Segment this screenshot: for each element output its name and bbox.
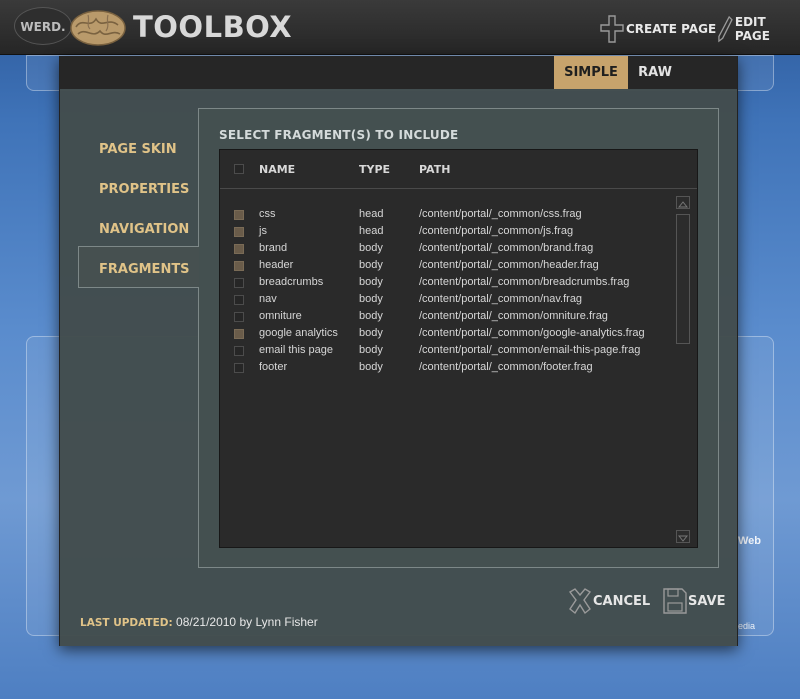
row-checkbox[interactable]: [234, 312, 244, 322]
scroll-up-button[interactable]: [676, 196, 690, 209]
fragment-type: body: [359, 310, 383, 322]
table-row[interactable]: header body/content/portal/_common/header…: [220, 258, 670, 275]
row-checkbox[interactable]: [234, 210, 244, 220]
row-checkbox[interactable]: [234, 244, 244, 254]
row-checkbox[interactable]: [234, 346, 244, 356]
last-updated-value: 08/21/2010 by Lynn Fisher: [176, 615, 318, 629]
fragment-type: head: [359, 225, 384, 237]
table-row[interactable]: breadcrumbs body/content/portal/_common/b…: [220, 275, 670, 292]
fragment-name: brand: [259, 242, 288, 254]
fragment-name: footer: [259, 361, 288, 373]
fragment-path: /content/portal/_common/email-this-page.…: [419, 344, 641, 356]
create-page-button[interactable]: CREATE PAGE: [600, 14, 716, 44]
cancel-button[interactable]: CANCEL: [567, 584, 650, 618]
fragment-name: email this page: [259, 344, 333, 356]
scroll-thumb[interactable]: [676, 214, 690, 344]
row-checkbox[interactable]: [234, 295, 244, 305]
tab-simple[interactable]: SIMPLE: [554, 56, 628, 89]
top-bar: WERD. TOOLBOX CREATE PAGE EDIT PAGE: [0, 0, 800, 55]
fragment-name: css: [259, 208, 276, 220]
fragment-path: /content/portal/_common/css.frag: [419, 208, 582, 220]
floppy-disk-icon: [663, 588, 687, 614]
row-checkbox[interactable]: [234, 278, 244, 288]
row-checkbox[interactable]: [234, 227, 244, 237]
table-header: NAME TYPE PATH: [220, 150, 697, 189]
edit-page-label: EDIT PAGE: [734, 15, 770, 43]
nav-item-fragments[interactable]: FRAGMENTS: [99, 262, 190, 277]
table-row[interactable]: email this page body/content/portal/_comm…: [220, 343, 670, 360]
nav-item-navigation[interactable]: NAVIGATION: [99, 222, 189, 237]
table-row[interactable]: js head/content/portal/_common/js.frag: [220, 224, 670, 241]
app-title: TOOLBOX: [133, 10, 293, 44]
pencil-icon: [718, 15, 733, 43]
cancel-label: CANCEL: [593, 593, 651, 609]
nav-item-page-skin[interactable]: PAGE SKIN: [99, 142, 177, 157]
fragment-type: body: [359, 259, 383, 271]
fragment-path: /content/portal/_common/js.frag: [419, 225, 574, 237]
row-checkbox[interactable]: [234, 329, 244, 339]
table-row[interactable]: brand body/content/portal/_common/brand.f…: [220, 241, 670, 258]
fragment-name: breadcrumbs: [259, 276, 324, 288]
fragment-type: body: [359, 293, 383, 305]
row-checkbox[interactable]: [234, 261, 244, 271]
fragment-path: /content/portal/_common/nav.frag: [419, 293, 583, 305]
create-page-label: CREATE PAGE: [626, 22, 717, 36]
fragment-name: header: [259, 259, 294, 271]
fragment-name: nav: [259, 293, 277, 305]
panel-title: SELECT FRAGMENT(S) TO INCLUDE: [219, 128, 459, 142]
nav-item-properties[interactable]: PROPERTIES: [99, 182, 189, 197]
column-header-type[interactable]: TYPE: [359, 163, 390, 176]
last-updated-label: LAST UPDATED:: [80, 617, 173, 629]
row-checkbox[interactable]: [234, 363, 244, 373]
edit-page-button[interactable]: EDIT PAGE: [718, 14, 800, 44]
chevron-down-icon: [677, 535, 689, 542]
table-row[interactable]: css head/content/portal/_common/css.frag: [220, 207, 670, 224]
fragment-path: /content/portal/_common/header.frag: [419, 259, 599, 271]
fragment-path: /content/portal/_common/breadcrumbs.frag: [419, 276, 630, 288]
column-header-path[interactable]: PATH: [419, 163, 450, 176]
fragments-table: NAME TYPE PATH css head/content/portal/_c…: [219, 149, 698, 548]
table-row[interactable]: footer body/content/portal/_common/footer…: [220, 360, 670, 377]
background-text-web: Web: [738, 535, 762, 547]
fragment-type: head: [359, 208, 384, 220]
background-text-edia: edia: [738, 621, 756, 631]
save-label: SAVE: [688, 593, 726, 609]
fragment-type: body: [359, 344, 383, 356]
fragment-type: body: [359, 276, 383, 288]
table-scrollbar[interactable]: [676, 196, 692, 544]
fragment-path: /content/portal/_common/omniture.frag: [419, 310, 608, 322]
fragment-name: omniture: [259, 310, 302, 322]
table-row[interactable]: nav body/content/portal/_common/nav.frag: [220, 292, 670, 309]
fragment-name: google analytics: [259, 327, 338, 339]
last-updated: LAST UPDATED: 08/21/2010 by Lynn Fisher: [80, 615, 318, 629]
close-icon: [568, 588, 592, 615]
fragment-path: /content/portal/_common/footer.frag: [419, 361, 593, 373]
fragment-type: body: [359, 327, 383, 339]
select-all-checkbox[interactable]: [234, 164, 244, 174]
brain-icon: [70, 10, 126, 46]
fragment-type: body: [359, 361, 383, 373]
column-header-name[interactable]: NAME: [259, 163, 295, 176]
modal-header: SIMPLE RAW: [60, 56, 737, 89]
page-settings-modal: SIMPLE RAW PAGE SKIN PROPERTIES NAVIGATI…: [59, 56, 738, 646]
fragment-type: body: [359, 242, 383, 254]
fragment-path: /content/portal/_common/google-analytics…: [419, 327, 645, 339]
tab-raw[interactable]: RAW: [628, 56, 682, 89]
table-row[interactable]: google analytics body/content/portal/_com…: [220, 326, 670, 343]
fragment-path: /content/portal/_common/brand.frag: [419, 242, 594, 254]
chevron-up-icon: [677, 201, 689, 208]
save-button[interactable]: SAVE: [662, 584, 725, 618]
scroll-down-button[interactable]: [676, 530, 690, 543]
table-row[interactable]: omniture body/content/portal/_common/omni…: [220, 309, 670, 326]
fragment-name: js: [259, 225, 267, 237]
plus-icon: [600, 15, 624, 43]
logo-badge: WERD.: [14, 7, 72, 45]
